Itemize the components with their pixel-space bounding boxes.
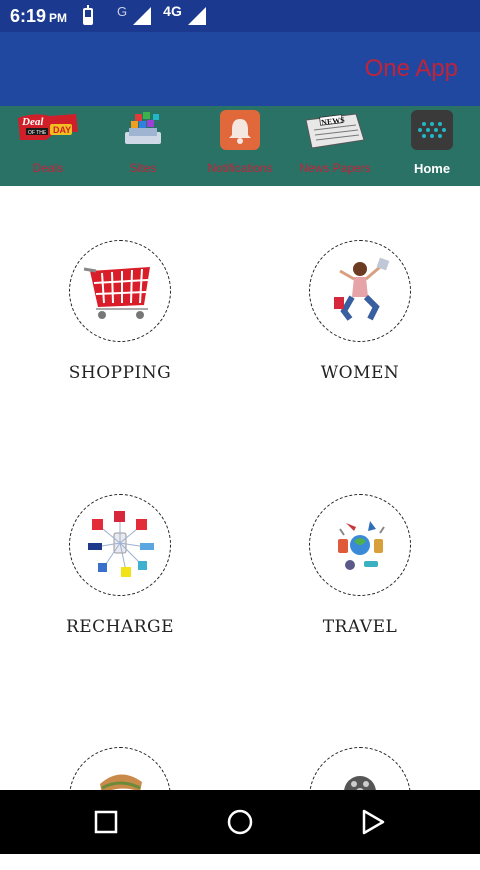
page-dot[interactable]: [239, 280, 248, 289]
bell-icon: [218, 110, 262, 150]
circle-icon: [227, 809, 253, 835]
category-travel[interactable]: TRAVEL: [260, 494, 460, 637]
square-icon: [94, 810, 118, 834]
category-label: RECHARGE: [65, 617, 175, 637]
shopping-basket-icon: [69, 240, 171, 342]
category-label: TRAVEL: [322, 617, 398, 637]
signal-icon: [133, 7, 152, 25]
tab-notifications[interactable]: Notifications: [195, 110, 285, 175]
page-dot-active[interactable]: [227, 280, 236, 289]
top-icon-bar: Deal OF THE DAY Deals Sites Notification…: [0, 106, 480, 289]
status-time: 6:19: [10, 5, 47, 26]
tab-sites[interactable]: Sites: [98, 110, 188, 175]
app-bar: One App: [0, 32, 480, 106]
travel-icon: [309, 494, 411, 596]
recharge-operators-icon: [69, 494, 171, 596]
system-nav-bar: [0, 790, 480, 854]
home-button[interactable]: [224, 806, 256, 838]
tab-home-label: Home: [413, 161, 451, 176]
status-ampm: PM: [49, 11, 68, 25]
tab-home[interactable]: Home: [387, 110, 477, 176]
page-indicator: [227, 280, 248, 289]
back-button[interactable]: [356, 806, 388, 838]
tab-deals[interactable]: Deal OF THE DAY Deals: [3, 110, 93, 175]
category-label: WOMEN: [320, 363, 400, 383]
category-women[interactable]: WOMEN: [260, 240, 460, 383]
svg-text:OF THE: OF THE: [28, 130, 47, 136]
signal-4g-icon: [187, 7, 206, 25]
grid-dots-icon: [410, 110, 454, 150]
category-label: SHOPPING: [68, 363, 172, 383]
recents-button[interactable]: [90, 806, 122, 838]
apps-cube-icon: [121, 110, 165, 150]
network-type-4g: 4G: [163, 3, 182, 19]
tab-sites-label: Sites: [129, 161, 157, 175]
network-type-g: G: [117, 3, 128, 19]
app-title: One App: [364, 55, 458, 82]
tab-notifications-label: Notifications: [207, 161, 273, 175]
triangle-icon: [362, 809, 385, 835]
newspaper-icon: NEWS: [302, 110, 368, 150]
tab-news-papers-label: News Papers: [299, 161, 371, 175]
category-recharge[interactable]: RECHARGE: [20, 494, 220, 637]
tab-news-papers[interactable]: NEWS News Papers: [290, 110, 380, 175]
status-bar: 6:19 PM G 4G: [0, 0, 480, 32]
category-shopping[interactable]: SHOPPING: [20, 240, 220, 383]
deal-of-the-day-icon: Deal OF THE DAY: [16, 110, 80, 150]
svg-text:Deal: Deal: [21, 116, 44, 128]
woman-shopping-icon: [309, 240, 411, 342]
battery-icon: [83, 4, 94, 25]
svg-text:DAY: DAY: [53, 125, 71, 135]
tab-deals-label: Deals: [32, 161, 64, 175]
